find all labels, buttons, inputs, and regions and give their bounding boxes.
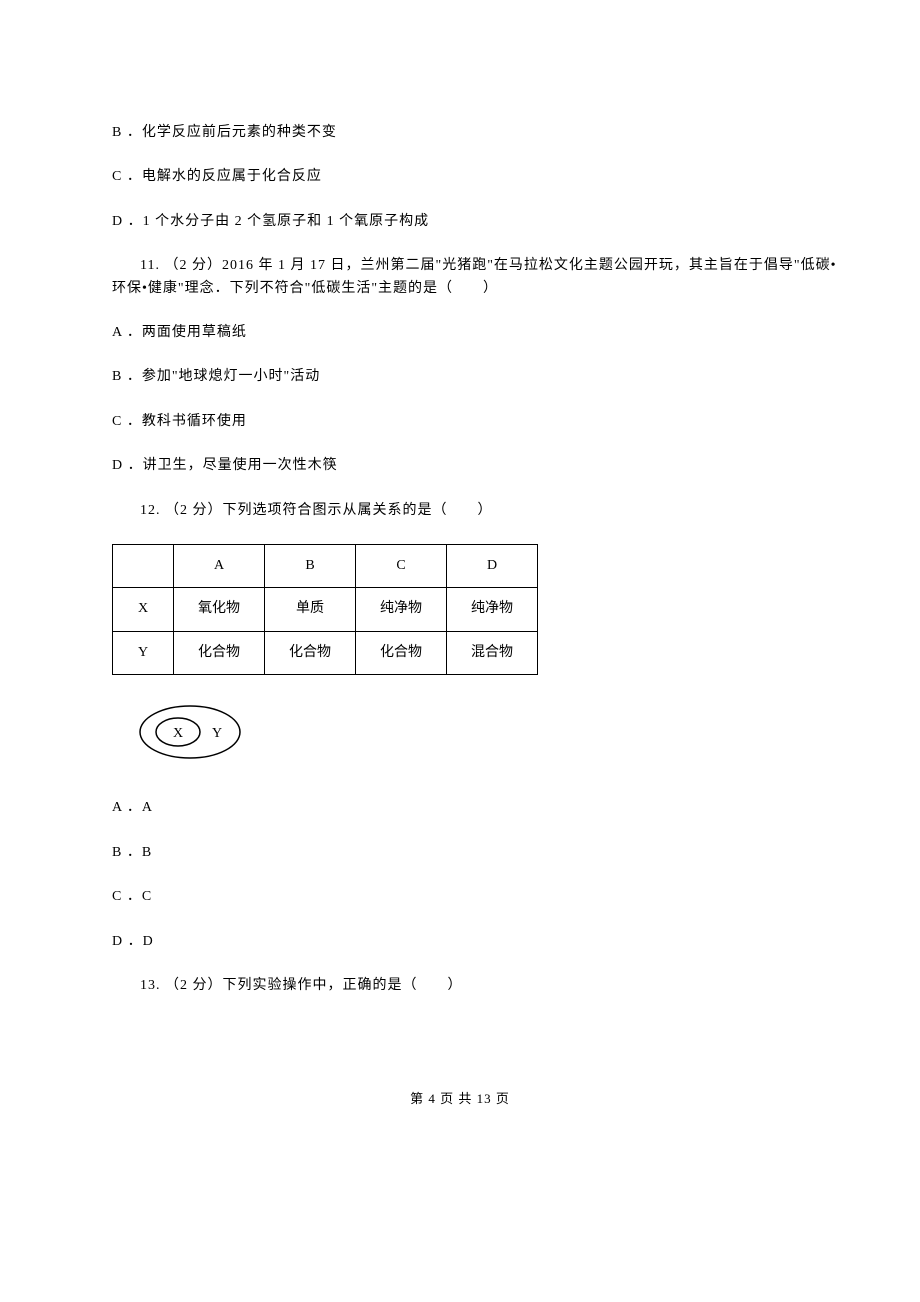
q12-venn-diagram: X Y xyxy=(130,697,840,775)
diagram-label-x: X xyxy=(173,726,183,741)
table-row: A B C D xyxy=(113,544,538,587)
table-cell xyxy=(113,544,174,587)
q12-table: A B C D X 氧化物 单质 纯净物 纯净物 Y 化合物 化合物 化合物 混… xyxy=(112,544,538,675)
table-cell: D xyxy=(447,544,538,587)
q10-option-c: C ．电解水的反应属于化合反应 xyxy=(112,166,840,188)
table-cell: 纯净物 xyxy=(447,588,538,631)
q12-option-c: C ．C xyxy=(112,886,840,908)
q11-option-c: C ．教科书循环使用 xyxy=(112,411,840,433)
page-footer: 第 4 页 共 13 页 xyxy=(0,1089,920,1110)
table-cell: A xyxy=(174,544,265,587)
q13-text: 13. （2 分）下列实验操作中，正确的是（ ） xyxy=(112,975,840,997)
table-row: X 氧化物 单质 纯净物 纯净物 xyxy=(113,588,538,631)
table-cell: 纯净物 xyxy=(356,588,447,631)
q11-option-a: A ．两面使用草稿纸 xyxy=(112,322,840,344)
table-cell: X xyxy=(113,588,174,631)
q12-option-a: A ．A xyxy=(112,797,840,819)
table-cell: Y xyxy=(113,631,174,674)
q12-text: 12. （2 分）下列选项符合图示从属关系的是（ ） xyxy=(112,500,840,522)
table-cell: B xyxy=(265,544,356,587)
table-cell: 氧化物 xyxy=(174,588,265,631)
table-cell: 化合物 xyxy=(265,631,356,674)
table-cell: 混合物 xyxy=(447,631,538,674)
q10-option-d: D ．1 个水分子由 2 个氢原子和 1 个氧原子构成 xyxy=(112,211,840,233)
q11-text: 11. （2 分）2016 年 1 月 17 日，兰州第二届"光猪跑"在马拉松文… xyxy=(80,255,840,300)
table-cell: 化合物 xyxy=(174,631,265,674)
table-cell: 化合物 xyxy=(356,631,447,674)
table-row: Y 化合物 化合物 化合物 混合物 xyxy=(113,631,538,674)
table-cell: C xyxy=(356,544,447,587)
q12-option-d: D ．D xyxy=(112,931,840,953)
diagram-label-y: Y xyxy=(212,726,222,741)
q12-option-b: B ．B xyxy=(112,842,840,864)
q11-option-b: B ．参加"地球熄灯一小时"活动 xyxy=(112,366,840,388)
q10-option-b: B ．化学反应前后元素的种类不变 xyxy=(112,122,840,144)
q11-option-d: D ．讲卫生，尽量使用一次性木筷 xyxy=(112,455,840,477)
table-cell: 单质 xyxy=(265,588,356,631)
